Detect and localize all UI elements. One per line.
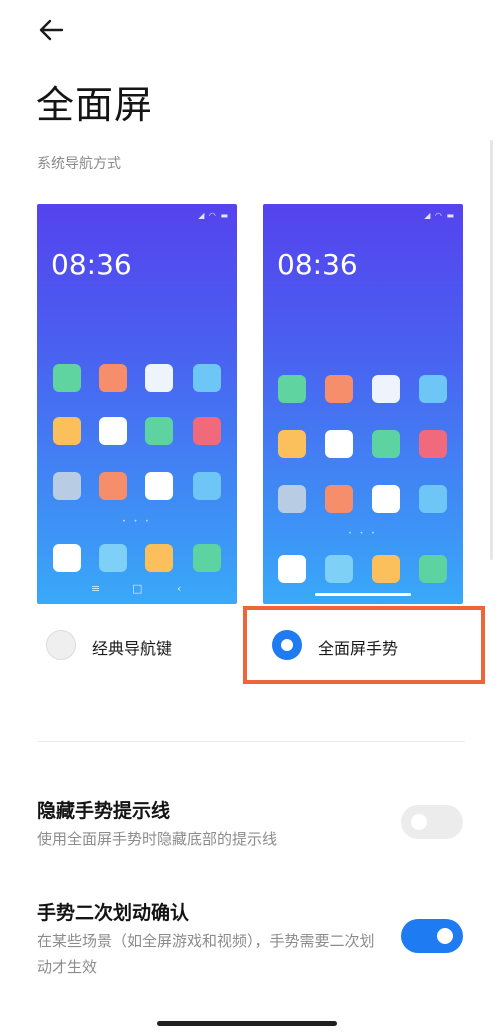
app-icon <box>145 364 173 392</box>
scrollbar[interactable] <box>490 140 493 560</box>
app-icon <box>53 472 81 500</box>
app-icon <box>372 375 400 403</box>
page-dots: • • • <box>348 530 378 537</box>
menu-key-icon: ≡ <box>91 582 101 595</box>
dock-icon <box>325 555 353 583</box>
divider <box>37 741 465 742</box>
status-icons: ◢ ◠ ▬ <box>424 211 455 220</box>
section-label: 系统导航方式 <box>37 156 121 172</box>
toggle-knob <box>437 928 453 944</box>
app-icon <box>99 472 127 500</box>
back-button[interactable] <box>32 12 72 48</box>
page-title: 全面屏 <box>36 83 154 127</box>
home-key-icon: □ <box>132 582 143 595</box>
app-icon <box>278 375 306 403</box>
arrow-left-icon <box>39 19 64 41</box>
app-icon <box>53 364 81 392</box>
app-icon <box>193 417 221 445</box>
app-icon <box>325 375 353 403</box>
dock-icon <box>372 555 400 583</box>
app-icon <box>53 417 81 445</box>
app-icon <box>325 430 353 458</box>
home-indicator <box>157 1021 337 1026</box>
app-icon <box>372 430 400 458</box>
app-icon <box>419 485 447 513</box>
app-icon <box>99 364 127 392</box>
gesture-bar <box>315 593 411 596</box>
setting-hide-hint-desc: 使用全面屏手势时隐藏底部的提示线 <box>37 830 278 848</box>
option-classic-nav[interactable]: 经典导航键 <box>46 626 226 670</box>
app-icon <box>145 472 173 500</box>
app-icon <box>278 485 306 513</box>
app-icon <box>193 364 221 392</box>
option-gesture-nav[interactable]: 全面屏手势 <box>272 626 472 670</box>
radio-classic-nav[interactable] <box>46 630 76 660</box>
app-icon <box>99 417 127 445</box>
dock-icon <box>193 544 221 572</box>
app-icon <box>145 417 173 445</box>
dock-icon <box>53 544 81 572</box>
toggle-knob <box>411 814 427 830</box>
radio-gesture-nav[interactable] <box>272 630 302 660</box>
option-label: 全面屏手势 <box>318 639 399 658</box>
option-label: 经典导航键 <box>92 639 173 658</box>
app-icon <box>193 472 221 500</box>
dock-icon <box>278 555 306 583</box>
dock-icon <box>99 544 127 572</box>
setting-confirm-title: 手势二次划动确认 <box>37 902 190 924</box>
dock-icon <box>419 555 447 583</box>
preview-classic-nav[interactable]: ◢ ◠ ▬ 08:36 • • • ≡ □ ‹ <box>37 204 237 604</box>
hide-hint-toggle[interactable] <box>401 805 463 839</box>
status-icons: ◢ ◠ ▬ <box>198 211 229 220</box>
preview-gesture-nav[interactable]: ◢ ◠ ▬ 08:36 • • • <box>263 204 463 604</box>
app-icon <box>372 485 400 513</box>
confirm-swipe-toggle[interactable] <box>401 919 463 953</box>
app-icon <box>419 430 447 458</box>
app-icon <box>419 375 447 403</box>
back-key-icon: ‹ <box>177 582 182 595</box>
setting-confirm-desc: 在某些场景（如全屏游戏和视频），手势需要二次划动才生效 <box>37 932 375 976</box>
preview-clock: 08:36 <box>277 248 358 281</box>
page-dots: • • • <box>122 518 152 525</box>
setting-hide-hint-title: 隐藏手势提示线 <box>37 800 171 822</box>
preview-clock: 08:36 <box>51 248 132 281</box>
dock-icon <box>145 544 173 572</box>
app-icon <box>325 485 353 513</box>
app-icon <box>278 430 306 458</box>
